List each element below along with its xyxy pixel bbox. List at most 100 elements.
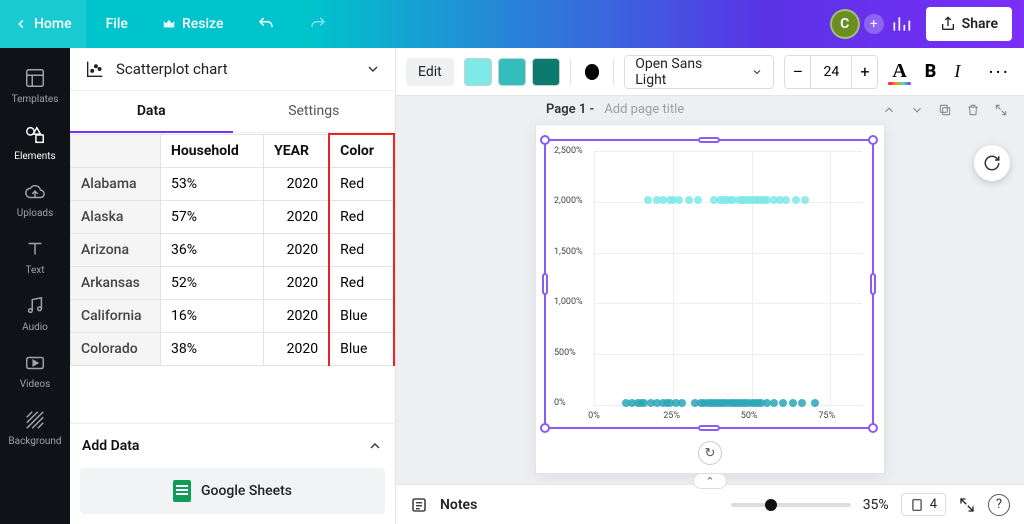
italic-button[interactable]: I	[950, 61, 964, 82]
resize-handle-se[interactable]	[868, 423, 878, 433]
selection-box[interactable]: 2,500%2,000%1,500%1,000%500%0% 0%25%50%7…	[544, 139, 874, 429]
file-menu[interactable]: File	[92, 0, 142, 48]
help-button[interactable]: ?	[988, 494, 1010, 516]
tab-settings[interactable]: Settings	[233, 91, 396, 133]
cell-color[interactable]: Red	[329, 234, 394, 267]
font-size-input[interactable]	[811, 56, 851, 88]
cell-year[interactable]: 2020	[264, 201, 330, 234]
redo-button[interactable]	[295, 0, 341, 48]
table-row[interactable]: Alaska57%2020Red	[71, 201, 395, 234]
rail-background[interactable]: Background	[0, 398, 70, 455]
table-row[interactable]: Arkansas52%2020Red	[71, 267, 395, 300]
zoom-slider[interactable]	[731, 503, 851, 507]
page-prev[interactable]	[882, 103, 896, 117]
add-member-button[interactable]: +	[864, 14, 884, 34]
canvas-page[interactable]: 2,500%2,000%1,500%1,000%500%0% 0%25%50%7…	[536, 125, 884, 473]
resize-handle-nw[interactable]	[540, 135, 550, 145]
audio-icon	[23, 294, 47, 318]
cell-color[interactable]: Red	[329, 267, 394, 300]
row-state[interactable]: Alabama	[71, 168, 161, 201]
rotate-handle[interactable]: ↻	[698, 441, 722, 465]
edit-chart-button[interactable]: Edit	[406, 58, 454, 86]
rail-templates[interactable]: Templates	[0, 56, 70, 113]
row-state[interactable]: Arizona	[71, 234, 161, 267]
cell-household[interactable]: 57%	[161, 201, 264, 234]
col-household[interactable]: Household	[161, 134, 264, 168]
share-button[interactable]: Share	[926, 7, 1012, 41]
page-title-input[interactable]: Add page title	[604, 102, 684, 117]
cell-color[interactable]: Blue	[329, 333, 394, 366]
resize-handle-e[interactable]	[870, 273, 876, 295]
share-icon	[940, 16, 956, 32]
resize-button[interactable]: Resize	[148, 0, 238, 48]
notes-button[interactable]: Notes	[440, 497, 477, 513]
zoom-value[interactable]: 35%	[863, 497, 889, 513]
text-color-dot[interactable]	[585, 64, 600, 80]
cell-year[interactable]: 2020	[264, 267, 330, 300]
swatch-1[interactable]	[464, 58, 492, 86]
data-point	[792, 196, 800, 204]
more-button[interactable]: ···	[984, 60, 1014, 84]
row-state[interactable]: Arkansas	[71, 267, 161, 300]
chart-type-selector[interactable]: Scatterplot chart	[70, 48, 395, 91]
data-table-wrap[interactable]: Household YEAR Color Alabama53%2020RedAl…	[70, 133, 395, 366]
resize-handle-sw[interactable]	[540, 423, 550, 433]
swatch-2[interactable]	[498, 58, 526, 86]
row-state[interactable]: Alaska	[71, 201, 161, 234]
cell-household[interactable]: 16%	[161, 300, 264, 333]
cell-household[interactable]: 52%	[161, 267, 264, 300]
cell-household[interactable]: 53%	[161, 168, 264, 201]
swatch-3[interactable]	[532, 58, 560, 86]
google-sheets-button[interactable]: Google Sheets	[80, 468, 385, 514]
cell-color[interactable]: Blue	[329, 300, 394, 333]
text-color-button[interactable]: A	[888, 60, 910, 83]
font-select[interactable]: Open Sans Light	[624, 55, 774, 89]
duplicate-page[interactable]	[938, 103, 952, 117]
rail-text[interactable]: Text	[0, 227, 70, 284]
tab-data[interactable]: Data	[70, 91, 233, 133]
resize-handle-s[interactable]	[698, 425, 720, 431]
add-data-toggle[interactable]: Add Data	[70, 423, 395, 468]
cell-color[interactable]: Red	[329, 168, 394, 201]
resize-handle-n[interactable]	[698, 137, 720, 143]
page-next[interactable]	[910, 103, 924, 117]
cell-color[interactable]: Red	[329, 201, 394, 234]
rail-audio[interactable]: Audio	[0, 284, 70, 341]
resize-handle-w[interactable]	[542, 273, 548, 295]
cell-year[interactable]: 2020	[264, 300, 330, 333]
undo-button[interactable]	[243, 0, 289, 48]
row-state[interactable]: California	[71, 300, 161, 333]
cell-year[interactable]: 2020	[264, 168, 330, 201]
table-row[interactable]: Colorado38%2020Blue	[71, 333, 395, 366]
zoom-knob[interactable]	[765, 499, 777, 511]
page-indicator[interactable]: 4	[901, 493, 946, 516]
cell-year[interactable]: 2020	[264, 333, 330, 366]
font-size-stepper[interactable]: – +	[784, 55, 878, 89]
table-row[interactable]: Arizona36%2020Red	[71, 234, 395, 267]
fullscreen-button[interactable]	[958, 496, 976, 514]
col-year[interactable]: YEAR	[264, 134, 330, 168]
home-button[interactable]: Home	[0, 0, 86, 48]
table-row[interactable]: Alabama53%2020Red	[71, 168, 395, 201]
row-state[interactable]: Colorado	[71, 333, 161, 366]
font-size-minus[interactable]: –	[785, 56, 811, 88]
bold-button[interactable]: B	[921, 61, 941, 82]
col-color[interactable]: Color	[329, 134, 394, 168]
analytics-button[interactable]	[884, 7, 918, 41]
rail-elements[interactable]: Elements	[0, 113, 70, 170]
regenerate-button[interactable]	[974, 145, 1010, 181]
expand-page[interactable]	[994, 103, 1008, 117]
avatar[interactable]: C	[830, 9, 860, 39]
cell-year[interactable]: 2020	[264, 234, 330, 267]
cell-household[interactable]: 36%	[161, 234, 264, 267]
table-row[interactable]: California16%2020Blue	[71, 300, 395, 333]
cell-household[interactable]: 38%	[161, 333, 264, 366]
collapse-pages-button[interactable]: ⌃	[693, 473, 727, 489]
rail-uploads[interactable]: Uploads	[0, 170, 70, 227]
canvas-stage[interactable]: 2,500%2,000%1,500%1,000%500%0% 0%25%50%7…	[396, 121, 1024, 484]
col-blank[interactable]	[71, 134, 161, 168]
rail-videos[interactable]: Videos	[0, 341, 70, 398]
resize-handle-ne[interactable]	[868, 135, 878, 145]
font-size-plus[interactable]: +	[851, 56, 877, 88]
delete-page[interactable]	[966, 103, 980, 117]
